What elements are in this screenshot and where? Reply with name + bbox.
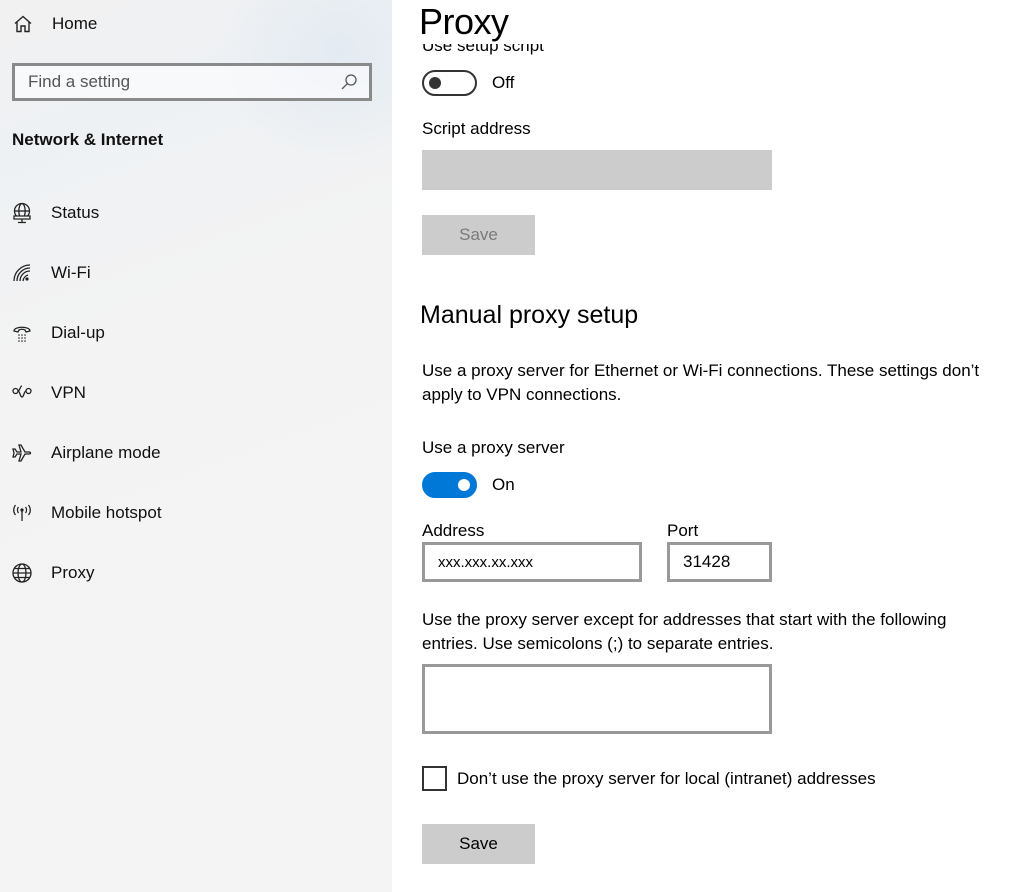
dialup-phone-icon — [10, 321, 34, 345]
sidebar-item-status[interactable]: Status — [0, 183, 392, 243]
script-address-label: Script address — [422, 119, 531, 138]
sidebar-item-airplane-mode[interactable]: Airplane mode — [0, 423, 392, 483]
setup-script-toggle-row: Off — [422, 70, 514, 96]
search-icon[interactable] — [339, 72, 359, 92]
bypass-local-checkbox[interactable] — [422, 766, 447, 791]
port-label: Port — [667, 521, 699, 540]
home-label: Home — [52, 14, 98, 33]
bypass-local-label: Don’t use the proxy server for local (in… — [457, 768, 876, 788]
exceptions-description: Use the proxy server except for addresse… — [422, 610, 947, 653]
port-input[interactable] — [667, 542, 772, 582]
address-label: Address — [422, 521, 485, 540]
hotspot-icon — [10, 501, 34, 525]
sidebar-item-label: Wi-Fi — [51, 263, 91, 282]
manual-save-button[interactable]: Save — [422, 824, 535, 864]
page-title: Proxy — [419, 0, 1019, 44]
home-icon — [12, 13, 34, 35]
sidebar-item-label: Proxy — [51, 563, 95, 582]
manual-proxy-description: Use a proxy server for Ethernet or Wi-Fi… — [422, 361, 980, 404]
automatic-save-button[interactable]: Save — [422, 215, 535, 255]
sidebar-item-vpn[interactable]: VPN — [0, 363, 392, 423]
sidebar: Home Network & Internet Status — [0, 0, 392, 892]
main-content: Proxy Use setup script Off Script addres… — [392, 0, 1024, 892]
nav-list: Status Wi-Fi Dial-up VPN Airplane mode M… — [0, 183, 392, 603]
use-proxy-toggle[interactable] — [422, 472, 477, 498]
sidebar-item-dialup[interactable]: Dial-up — [0, 303, 392, 363]
wifi-icon — [10, 261, 34, 285]
sidebar-item-label: Status — [51, 203, 100, 222]
toggle-knob — [429, 77, 441, 89]
search-input[interactable] — [28, 72, 339, 92]
use-proxy-toggle-state: On — [492, 475, 515, 494]
vpn-icon — [10, 381, 34, 405]
airplane-icon — [10, 441, 34, 465]
setup-script-toggle[interactable] — [422, 70, 477, 96]
sidebar-item-label: VPN — [51, 383, 86, 402]
address-input[interactable] — [422, 542, 642, 582]
status-globe-monitor-icon — [10, 201, 34, 225]
bypass-local-row[interactable]: Don’t use the proxy server for local (in… — [422, 766, 876, 791]
use-proxy-toggle-row: On — [422, 472, 515, 498]
sidebar-item-mobile-hotspot[interactable]: Mobile hotspot — [0, 483, 392, 543]
sidebar-item-label: Dial-up — [51, 323, 105, 342]
home-nav-item[interactable]: Home — [12, 10, 97, 38]
sidebar-item-proxy[interactable]: Proxy — [0, 543, 392, 603]
sidebar-item-label: Airplane mode — [51, 443, 161, 462]
toggle-knob — [458, 479, 470, 491]
exceptions-input[interactable] — [422, 664, 772, 734]
script-address-input[interactable] — [422, 150, 772, 190]
globe-icon — [10, 561, 34, 585]
sidebar-item-label: Mobile hotspot — [51, 503, 162, 522]
search-box — [12, 63, 372, 101]
manual-proxy-heading: Manual proxy setup — [420, 301, 639, 329]
section-title: Network & Internet — [12, 130, 164, 149]
sidebar-item-wifi[interactable]: Wi-Fi — [0, 243, 392, 303]
use-proxy-label: Use a proxy server — [422, 438, 565, 457]
setup-script-toggle-state: Off — [492, 73, 515, 92]
